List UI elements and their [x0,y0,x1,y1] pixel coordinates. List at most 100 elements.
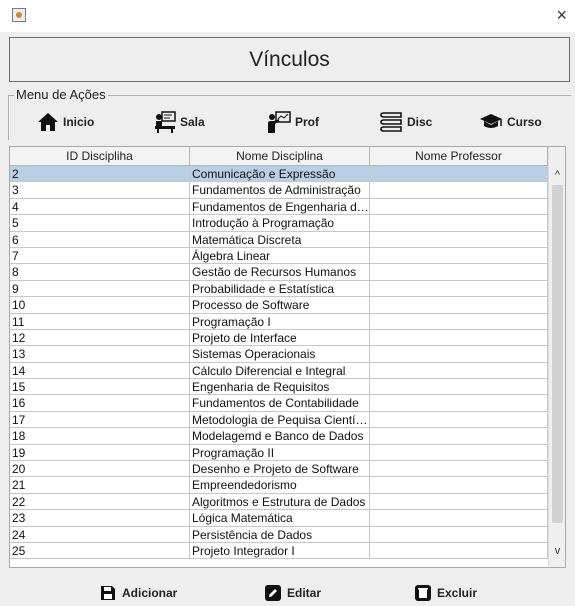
curso-button[interactable]: Curso [479,110,542,134]
cell-discipline[interactable]: Fundamentos de Engenharia de Software [190,198,370,216]
scrollbar-thumb[interactable] [552,185,563,523]
table-row[interactable]: 9 Probabilidade e Estatística [10,280,548,298]
cell-id[interactable]: 20 [10,461,190,478]
table-row[interactable]: 24 Persistência de Dados [10,526,548,543]
cell-professor[interactable] [370,247,548,265]
cell-id[interactable]: 10 [10,297,190,314]
close-icon[interactable]: × [556,6,567,24]
cell-id[interactable]: 25 [10,542,190,560]
disc-button[interactable]: Disc [379,110,432,134]
cell-professor[interactable] [370,231,548,248]
cell-professor[interactable] [370,510,548,527]
cell-id[interactable]: 7 [10,247,190,265]
cell-professor[interactable] [370,379,548,396]
table-row[interactable]: 20 Desenho e Projeto de Software [10,461,548,478]
cell-id[interactable]: 22 [10,493,190,511]
add-button[interactable]: Adicionar [100,582,177,604]
column-header-professor[interactable]: Nome Professor [370,147,548,165]
table-row[interactable]: 5 Introdução à Programação [10,215,548,232]
cell-id[interactable]: 2 [10,166,190,183]
cell-discipline[interactable]: Programação II [190,444,370,462]
cell-professor[interactable] [370,542,548,560]
cell-discipline[interactable]: Fundamentos de Contabilidade [190,395,370,412]
table-row[interactable]: 12 Projeto de Interface [10,329,548,347]
cell-discipline[interactable]: Desenho e Projeto de Software [190,461,370,478]
cell-discipline[interactable]: Comunicação e Expressão [190,166,370,183]
prof-button[interactable]: Prof [267,110,319,134]
cell-discipline[interactable]: Algoritmos e Estrutura de Dados [190,493,370,511]
table-row[interactable]: 2 Comunicação e Expressão [10,166,548,183]
cell-professor[interactable] [370,264,548,281]
cell-professor[interactable] [370,215,548,232]
vertical-scrollbar[interactable]: ^ v [548,147,565,567]
cell-id[interactable]: 24 [10,526,190,543]
cell-professor[interactable] [370,411,548,429]
cell-professor[interactable] [370,280,548,298]
cell-discipline[interactable]: Fundamentos de Administração [190,182,370,199]
table-row[interactable]: 22 Algoritmos e Estrutura de Dados [10,493,548,511]
table-row[interactable]: 14 Cálculo Diferencial e Integral [10,362,548,380]
cell-professor[interactable] [370,182,548,199]
table-row[interactable]: 7 Álgebra Linear [10,247,548,265]
cell-id[interactable]: 18 [10,428,190,445]
cell-discipline[interactable]: Álgebra Linear [190,247,370,265]
home-button[interactable]: Inicio [37,110,94,134]
table-row[interactable]: 17 Metodologia de Pequisa Científica [10,411,548,429]
cell-professor[interactable] [370,362,548,380]
cell-discipline[interactable]: Processo de Software [190,297,370,314]
scroll-up-icon[interactable]: ^ [549,167,565,183]
cell-id[interactable]: 4 [10,198,190,216]
table-row[interactable]: 18 Modelagemd e Banco de Dados [10,428,548,445]
cell-professor[interactable] [370,493,548,511]
cell-professor[interactable] [370,477,548,494]
cell-professor[interactable] [370,444,548,462]
table-row[interactable]: 3 Fundamentos de Administração [10,182,548,199]
cell-professor[interactable] [370,461,548,478]
table-row[interactable]: 19 Programação II [10,444,548,462]
sala-button[interactable]: Sala [154,110,205,134]
cell-id[interactable]: 6 [10,231,190,248]
cell-professor[interactable] [370,166,548,183]
cell-id[interactable]: 19 [10,444,190,462]
cell-id[interactable]: 5 [10,215,190,232]
cell-discipline[interactable]: Modelagemd e Banco de Dados [190,428,370,445]
cell-id[interactable]: 9 [10,280,190,298]
cell-discipline[interactable]: Probabilidade e Estatística [190,280,370,298]
cell-discipline[interactable]: Engenharia de Requisitos [190,379,370,396]
table-row[interactable]: 13 Sistemas Operacionais [10,346,548,363]
cell-discipline[interactable]: Matemática Discreta [190,231,370,248]
table-row[interactable]: 23 Lógica Matemática [10,510,548,527]
cell-professor[interactable] [370,428,548,445]
table-row[interactable]: 11 Programação I [10,313,548,330]
table-row[interactable]: 25 Projeto Integrador I [10,542,548,560]
cell-professor[interactable] [370,313,548,330]
cell-discipline[interactable]: Gestão de Recursos Humanos [190,264,370,281]
cell-discipline[interactable]: Metodologia de Pequisa Científica [190,411,370,429]
cell-professor[interactable] [370,395,548,412]
table-row[interactable]: 6 Matemática Discreta [10,231,548,248]
scroll-down-icon[interactable]: v [549,543,565,559]
column-header-id[interactable]: ID Discipliha [10,147,190,165]
delete-button[interactable]: Excluir [415,582,477,604]
cell-id[interactable]: 14 [10,362,190,380]
cell-discipline[interactable]: Introdução à Programação [190,215,370,232]
cell-id[interactable]: 12 [10,329,190,347]
cell-id[interactable]: 17 [10,411,190,429]
table-row[interactable]: 16 Fundamentos de Contabilidade [10,395,548,412]
table-row[interactable]: 8 Gestão de Recursos Humanos [10,264,548,281]
edit-button[interactable]: Editar [265,582,321,604]
cell-discipline[interactable]: Persistência de Dados [190,526,370,543]
cell-discipline[interactable]: Lógica Matemática [190,510,370,527]
cell-professor[interactable] [370,198,548,216]
table-row[interactable]: 21 Empreendedorismo [10,477,548,494]
cell-id[interactable]: 23 [10,510,190,527]
table-row[interactable]: 10 Processo de Software [10,297,548,314]
cell-discipline[interactable]: Programação I [190,313,370,330]
cell-discipline[interactable]: Projeto Integrador I [190,542,370,560]
cell-professor[interactable] [370,329,548,347]
cell-id[interactable]: 15 [10,379,190,396]
cell-discipline[interactable]: Cálculo Diferencial e Integral [190,362,370,380]
table-row[interactable]: 15 Engenharia de Requisitos [10,379,548,396]
cell-discipline[interactable]: Empreendedorismo [190,477,370,494]
cell-professor[interactable] [370,297,548,314]
